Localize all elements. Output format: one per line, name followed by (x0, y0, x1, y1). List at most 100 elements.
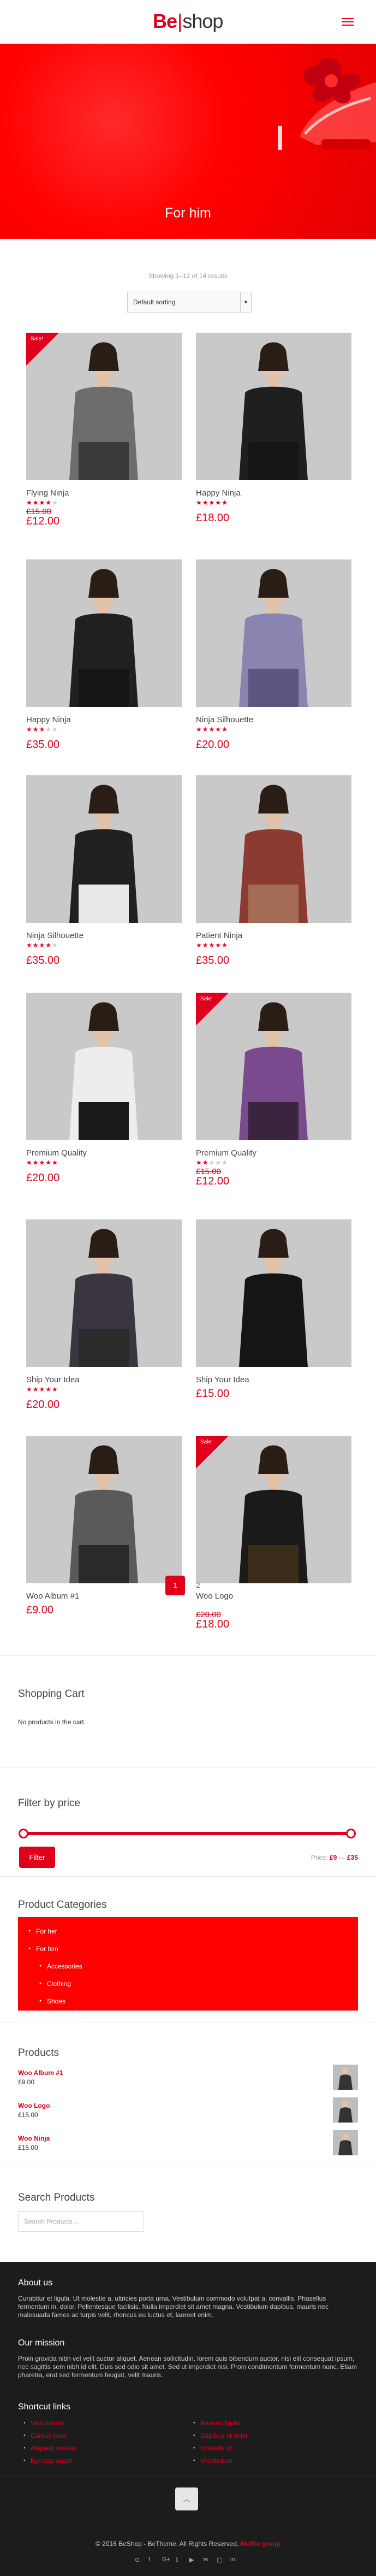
product-price: £35.00 (26, 739, 60, 751)
hamburger-icon[interactable] (342, 18, 354, 26)
footer-link[interactable]: Aliquam massa (23, 2444, 75, 2452)
star-icon: ★ (26, 499, 33, 506)
page-1-button[interactable]: 1 (165, 1576, 185, 1595)
category-shoes[interactable]: Shoes (39, 1997, 65, 2005)
product-name[interactable]: Flying Ninja (26, 488, 69, 498)
footer-link[interactable]: Dapibus et dolor (193, 2432, 248, 2439)
price-slider-max-handle[interactable] (346, 1829, 356, 1838)
product-image[interactable] (26, 1436, 182, 1583)
star-rating: ★★★★★ (26, 499, 58, 506)
mail-icon[interactable]: ✉ (203, 2556, 208, 2563)
sale-badge: Sale! (196, 1436, 229, 1469)
footer-link[interactable]: Aenean ligula (193, 2419, 240, 2427)
star-icon: ★ (222, 499, 228, 506)
star-icon: ★ (45, 941, 52, 949)
product-image[interactable] (26, 559, 182, 707)
star-rating: ★★★★★ (26, 1159, 58, 1166)
category-for-him[interactable]: For him (28, 1945, 58, 1953)
copyright-link[interactable]: Muffin group (241, 2540, 280, 2548)
product-card[interactable]: Ninja Silhouette ★★★★★ £35.00 (18, 771, 198, 974)
star-icon: ★ (39, 1386, 46, 1393)
sale-badge: Sale! (196, 993, 229, 1025)
footer-link[interactable]: Vestibulum (193, 2457, 232, 2465)
product-card[interactable]: Happy Ninja ★★★★★ £35.00 (18, 556, 198, 758)
star-icon: ★ (196, 499, 202, 506)
product-card[interactable]: Patient Ninja ★★★★★ £35.00 (188, 771, 368, 974)
sort-select[interactable]: Default sorting ▼ (127, 292, 252, 313)
product-card[interactable]: Premium Quality ★★★★★ £20.00 (18, 989, 198, 1191)
mission-title: Our mission (18, 2338, 65, 2348)
linkedin-icon[interactable]: in (230, 2556, 235, 2563)
product-card[interactable]: Ship Your Idea £15.00 (188, 1216, 368, 1418)
star-icon: ★ (52, 1386, 58, 1393)
product-card[interactable]: Ninja Silhouette ★★★★★ £20.00 (188, 556, 368, 758)
product-price: £35.00 (26, 954, 60, 966)
instagram-icon[interactable]: ▢ (217, 2556, 222, 2563)
product-image[interactable] (196, 775, 351, 923)
product-name[interactable]: Ninja Silhouette (196, 715, 253, 724)
widget-product-name[interactable]: Woo Ninja (18, 2135, 50, 2142)
widget-product-name[interactable]: Woo Logo (18, 2102, 50, 2109)
product-name[interactable]: Happy Ninja (196, 488, 241, 498)
product-name[interactable]: Ninja Silhouette (26, 931, 83, 940)
star-icon: ★ (26, 941, 33, 949)
product-image[interactable] (196, 333, 351, 480)
back-to-top-button[interactable]: ︿ (175, 2487, 198, 2510)
product-card[interactable]: Sale! Woo Logo £20.00 £18.00 (188, 1432, 368, 1634)
twitter-icon[interactable]: 𝕥 (176, 2556, 178, 2563)
links-title: Shortcut links (18, 2402, 71, 2412)
price-label: Price: (311, 1854, 328, 1861)
category-for-her[interactable]: For her (28, 1927, 57, 1935)
product-name[interactable]: Premium Quality (26, 1148, 87, 1158)
price-max: £35 (347, 1854, 358, 1861)
category-accessories[interactable]: Accessories (39, 1962, 82, 1970)
product-image[interactable] (196, 559, 351, 707)
sale-label: Sale! (31, 336, 43, 342)
product-name[interactable]: Woo Album #1 (26, 1591, 79, 1601)
widget-product-thumbnail[interactable] (333, 2130, 358, 2155)
footer-link[interactable]: Egestas quam (23, 2457, 73, 2465)
product-price: £15.00 (196, 1388, 230, 1400)
youtube-icon[interactable]: ▶ (189, 2556, 194, 2563)
product-image[interactable] (26, 993, 182, 1140)
product-card[interactable]: Woo Album #1 £9.00 (18, 1432, 198, 1634)
category-clothing[interactable]: Clothing (39, 1980, 71, 1988)
star-icon: ★ (215, 499, 222, 506)
footer-link[interactable]: Molestie id (193, 2444, 231, 2452)
price-filter-title: Filter by price (18, 1797, 81, 1809)
cart-empty-text: No products in the cart. (18, 1718, 86, 1726)
facebook-icon[interactable]: f (148, 2556, 150, 2563)
product-image[interactable] (26, 775, 182, 923)
product-card[interactable]: Ship Your Idea ★★★★★ £20.00 (18, 1216, 198, 1418)
skype-icon[interactable]: ⊙ (135, 2556, 140, 2563)
star-icon: ★ (45, 726, 52, 733)
product-image[interactable] (26, 1219, 182, 1367)
filter-button[interactable]: Filter (19, 1847, 55, 1868)
price-slider-min-handle[interactable] (19, 1829, 28, 1838)
google-plus-icon[interactable]: G+ (162, 2556, 170, 2563)
page-2-button[interactable]: 2 (192, 1576, 204, 1595)
search-input[interactable]: Search Products… (18, 2211, 144, 2232)
widget-product-thumbnail[interactable] (333, 2065, 358, 2090)
footer-link[interactable]: Cursus nunc (23, 2432, 67, 2439)
product-image[interactable] (196, 1219, 351, 1367)
product-name[interactable]: Ship Your Idea (196, 1375, 249, 1384)
star-icon: ★ (215, 1159, 222, 1166)
price-slider-track[interactable] (21, 1832, 355, 1835)
product-price: £20.00 (26, 1172, 60, 1184)
star-icon: ★ (202, 726, 209, 733)
product-name[interactable]: Ship Your Idea (26, 1375, 80, 1384)
widget-product-thumbnail[interactable] (333, 2097, 358, 2123)
product-card[interactable]: Happy Ninja ★★★★★ £18.00 (188, 329, 368, 531)
widget-product-name[interactable]: Woo Album #1 (18, 2069, 63, 2077)
product-card[interactable]: Sale! Premium Quality ★★★★★ £15.00 £12.00 (188, 989, 368, 1191)
product-name[interactable]: Patient Ninja (196, 931, 242, 940)
price-min: £9 (329, 1854, 337, 1861)
search-title: Search Products (18, 2192, 95, 2203)
product-name[interactable]: Premium Quality (196, 1148, 256, 1158)
product-card[interactable]: Sale! Flying Ninja ★★★★★ £15.00 £12.00 (18, 329, 198, 531)
site-logo[interactable]: Be|shop (153, 10, 223, 32)
footer-link[interactable]: Velit mauris (23, 2419, 64, 2427)
product-name[interactable]: Happy Ninja (26, 715, 71, 724)
hero-banner: For him (0, 44, 376, 239)
